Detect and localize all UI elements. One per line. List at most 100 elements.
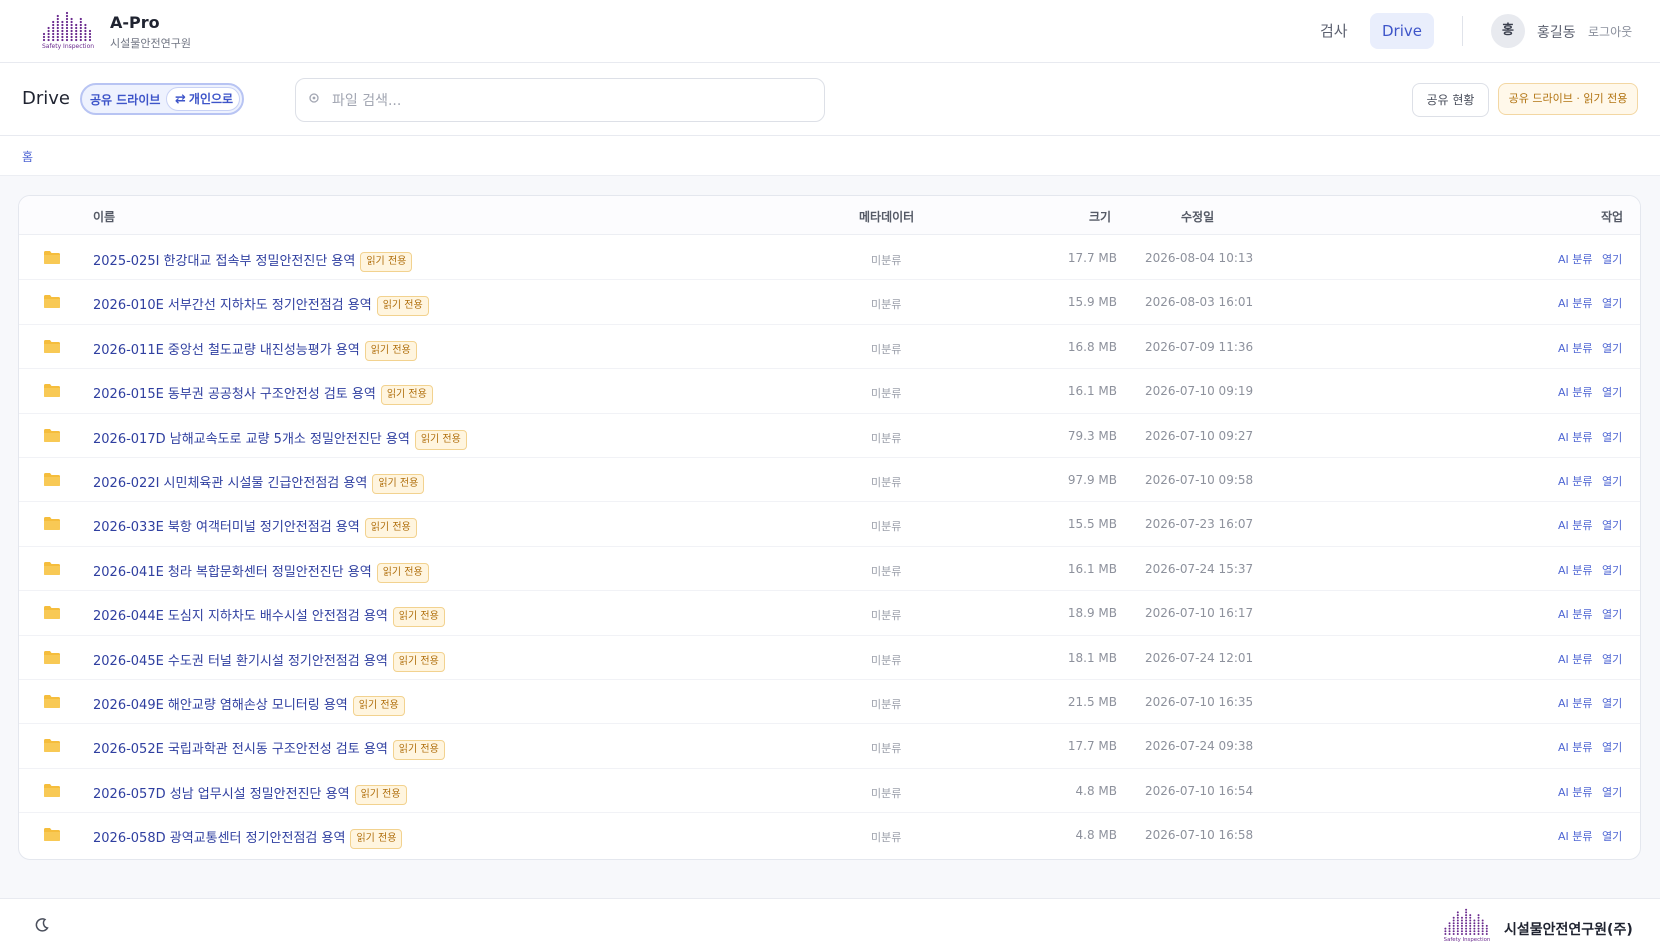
file-name-link[interactable]: 2026-049E 해안교량 염해손상 모니터링 용역 읽기 전용 [93, 694, 405, 716]
open-button[interactable]: 열기 [1602, 651, 1622, 667]
file-name-link[interactable]: 2026-057D 성남 업무시설 정밀안전진단 용역 읽기 전용 [93, 783, 407, 805]
shared-drive-label[interactable]: 공유 드라이브 [90, 91, 160, 108]
ai-classify-button[interactable]: AI 분류 [1558, 251, 1593, 267]
folder-name[interactable]: 2026-044E 도심지 지하차도 배수시설 안전점검 용역 [93, 609, 388, 624]
ai-classify-button[interactable]: AI 분류 [1558, 828, 1593, 844]
ai-classify-button[interactable]: AI 분류 [1558, 784, 1593, 800]
nav-drive-tab[interactable]: Drive [1370, 13, 1434, 49]
file-name-link[interactable]: 2025-025I 한강대교 접속부 정밀안전진단 용역 읽기 전용 [93, 250, 413, 272]
share-status-button[interactable]: 공유 현황 [1412, 83, 1489, 117]
folder-icon [44, 472, 60, 486]
open-button[interactable]: 열기 [1602, 739, 1622, 755]
open-button[interactable]: 열기 [1602, 340, 1622, 356]
search-input[interactable] [332, 89, 812, 113]
ai-classify-button[interactable]: AI 분류 [1558, 562, 1593, 578]
open-button[interactable]: 열기 [1602, 384, 1622, 400]
ai-classify-button[interactable]: AI 분류 [1558, 429, 1593, 445]
folder-name[interactable]: 2026-041E 청라 복합문화센터 정밀안전진단 용역 [93, 565, 372, 580]
table-row[interactable]: 2026-015E 동부권 공공청사 구조안전성 검토 용역 읽기 전용 미분류 16… [19, 369, 1640, 414]
table-row[interactable]: 2026-049E 해안교량 염해손상 모니터링 용역 읽기 전용 미분류 21.5 … [19, 680, 1640, 725]
page-title: Drive [22, 88, 70, 109]
file-name-link[interactable]: 2026-011E 중앙선 철도교량 내진성능평가 용역 읽기 전용 [93, 339, 417, 361]
ai-classify-button[interactable]: AI 분류 [1558, 473, 1593, 489]
logo-dot [84, 35, 87, 39]
logout-button[interactable]: 로그아웃 [1588, 23, 1632, 40]
folder-name[interactable]: 2026-058D 광역교통센터 정기안전점검 용역 [93, 831, 345, 846]
ai-classify-button[interactable]: AI 분류 [1558, 739, 1593, 755]
file-table: 이름 메타데이터 크기 수정일 작업 2025-025I 한강대교 접속부 정밀… [18, 195, 1641, 860]
ai-classify-button[interactable]: AI 분류 [1558, 695, 1593, 711]
logo-dot [61, 20, 64, 24]
ai-classify-button[interactable]: AI 분류 [1558, 384, 1593, 400]
logo-dot [1469, 930, 1472, 933]
folder-name[interactable]: 2026-033E 북항 여객터미널 정기안전점검 용역 [93, 520, 360, 535]
ai-classify-button[interactable]: AI 분류 [1558, 340, 1593, 356]
open-button[interactable]: 열기 [1602, 473, 1622, 489]
table-row[interactable]: 2026-041E 청라 복합문화센터 정밀안전진단 용역 읽기 전용 미분류 16.… [19, 547, 1640, 592]
avatar[interactable]: 홍 [1491, 14, 1525, 48]
switch-to-personal-button[interactable]: ⇄ 개인으로 [166, 87, 240, 111]
table-row[interactable]: 2026-022I 시민체육관 시설물 긴급안전점검 용역 읽기 전용 미분류 97.… [19, 458, 1640, 503]
folder-name[interactable]: 2026-052E 국립과학관 전시동 구조안전성 검토 용역 [93, 742, 388, 757]
open-button[interactable]: 열기 [1602, 828, 1622, 844]
file-name-link[interactable]: 2026-044E 도심지 지하차도 배수시설 안전점검 용역 읽기 전용 [93, 605, 445, 628]
folder-name[interactable]: 2026-049E 해안교량 염해손상 모니터링 용역 [93, 698, 348, 713]
open-button[interactable]: 열기 [1602, 606, 1622, 622]
file-search[interactable] [295, 78, 825, 122]
table-row[interactable]: 2026-057D 성남 업무시설 정밀안전진단 용역 읽기 전용 미분류 4.8 M… [19, 769, 1640, 814]
logo-bars-icon[interactable]: Safety Inspection [40, 10, 96, 50]
file-name-link[interactable]: 2026-015E 동부권 공공청사 구조안전성 검토 용역 읽기 전용 [93, 383, 433, 406]
file-name-link[interactable]: 2026-045E 수도권 터널 환기시설 정기안전점검 용역 읽기 전용 [93, 650, 445, 672]
breadcrumb-home[interactable]: 홈 [22, 148, 33, 165]
logo-dot [1456, 930, 1459, 933]
file-name-link[interactable]: 2026-041E 청라 복합문화센터 정밀안전진단 용역 읽기 전용 [93, 561, 429, 583]
table-row[interactable]: 2026-010E 서부간선 지하차도 정기안전점검 용역 읽기 전용 미분류 15.… [19, 280, 1640, 325]
folder-name[interactable]: 2026-022I 시민체육관 시설물 긴급안전점검 용역 [93, 476, 367, 491]
file-name-link[interactable]: 2026-033E 북항 여객터미널 정기안전점검 용역 읽기 전용 [93, 516, 417, 539]
column-name[interactable]: 이름 [93, 208, 115, 225]
open-button[interactable]: 열기 [1602, 562, 1622, 578]
table-row[interactable]: 2026-033E 북항 여객터미널 정기안전점검 용역 읽기 전용 미분류 15.5… [19, 502, 1640, 547]
file-name-link[interactable]: 2026-022I 시민체육관 시설물 긴급안전점검 용역 읽기 전용 [93, 472, 425, 494]
table-row[interactable]: 2026-045E 수도권 터널 환기시설 정기안전점검 용역 읽기 전용 미분류 1… [19, 636, 1640, 680]
modified-date: 2026-07-10 16:17 [1145, 606, 1254, 621]
folder-name[interactable]: 2026-015E 동부권 공공청사 구조안전성 검토 용역 [93, 387, 376, 402]
nav-inspect-link[interactable]: 검사 [1312, 14, 1356, 48]
open-button[interactable]: 열기 [1602, 295, 1622, 311]
logo-dot [1460, 927, 1463, 930]
ai-classify-button[interactable]: AI 분류 [1558, 651, 1593, 667]
metadata-value: 미분류 [871, 520, 902, 534]
folder-name[interactable]: 2026-017D 남해교속도로 교량 5개소 정밀안전진단 용역 [93, 432, 410, 447]
folder-name[interactable]: 2026-045E 수도권 터널 환기시설 정기안전점검 용역 [93, 654, 388, 669]
open-button[interactable]: 열기 [1602, 517, 1622, 533]
folder-name[interactable]: 2026-011E 중앙선 철도교량 내진성능평가 용역 [93, 343, 360, 358]
table-row[interactable]: 2026-052E 국립과학관 전시동 구조안전성 검토 용역 읽기 전용 미분류 1… [19, 724, 1640, 769]
table-row[interactable]: 2026-044E 도심지 지하차도 배수시설 안전점검 용역 읽기 전용 미분류 1… [19, 591, 1640, 636]
file-name-link[interactable]: 2026-010E 서부간선 지하차도 정기안전점검 용역 읽기 전용 [93, 294, 429, 317]
open-button[interactable]: 열기 [1602, 784, 1622, 800]
open-button[interactable]: 열기 [1602, 695, 1622, 711]
column-size[interactable]: 크기 [1089, 208, 1111, 225]
file-name-link[interactable]: 2026-058D 광역교통센터 정기안전점검 용역 읽기 전용 [93, 827, 403, 850]
file-name-link[interactable]: 2026-017D 남해교속도로 교량 5개소 정밀안전진단 용역 읽기 전용 [93, 428, 467, 450]
table-row[interactable]: 2026-058D 광역교통센터 정기안전점검 용역 읽기 전용 미분류 4.8 MB… [19, 813, 1640, 857]
folder-name[interactable]: 2026-057D 성남 업무시설 정밀안전진단 용역 [93, 787, 350, 802]
ai-classify-button[interactable]: AI 분류 [1558, 517, 1593, 533]
file-name-link[interactable]: 2026-052E 국립과학관 전시동 구조안전성 검토 용역 읽기 전용 [93, 738, 445, 761]
logo-bars-icon: Safety Inspection [1444, 908, 1490, 943]
open-button[interactable]: 열기 [1602, 251, 1622, 267]
logo-dot [1465, 933, 1468, 935]
ai-classify-button[interactable]: AI 분류 [1558, 606, 1593, 622]
ai-classify-button[interactable]: AI 분류 [1558, 295, 1593, 311]
logo-dot [1485, 927, 1488, 930]
table-row[interactable]: 2025-025I 한강대교 접속부 정밀안전진단 용역 읽기 전용 미분류 17.7… [19, 236, 1640, 281]
table-row[interactable]: 2026-017D 남해교속도로 교량 5개소 정밀안전진단 용역 읽기 전용 미분… [19, 414, 1640, 458]
folder-name[interactable]: 2026-010E 서부간선 지하차도 정기안전점검 용역 [93, 298, 372, 313]
app-name: A-Pro [110, 13, 160, 32]
folder-name[interactable]: 2025-025I 한강대교 접속부 정밀안전진단 용역 [93, 254, 355, 269]
column-modified[interactable]: 수정일 [1181, 208, 1214, 225]
logo-dot [84, 26, 87, 30]
open-button[interactable]: 열기 [1602, 429, 1622, 445]
table-row[interactable]: 2026-011E 중앙선 철도교량 내진성능평가 용역 읽기 전용 미분류 16.8… [19, 325, 1640, 370]
moon-icon[interactable] [34, 917, 50, 933]
